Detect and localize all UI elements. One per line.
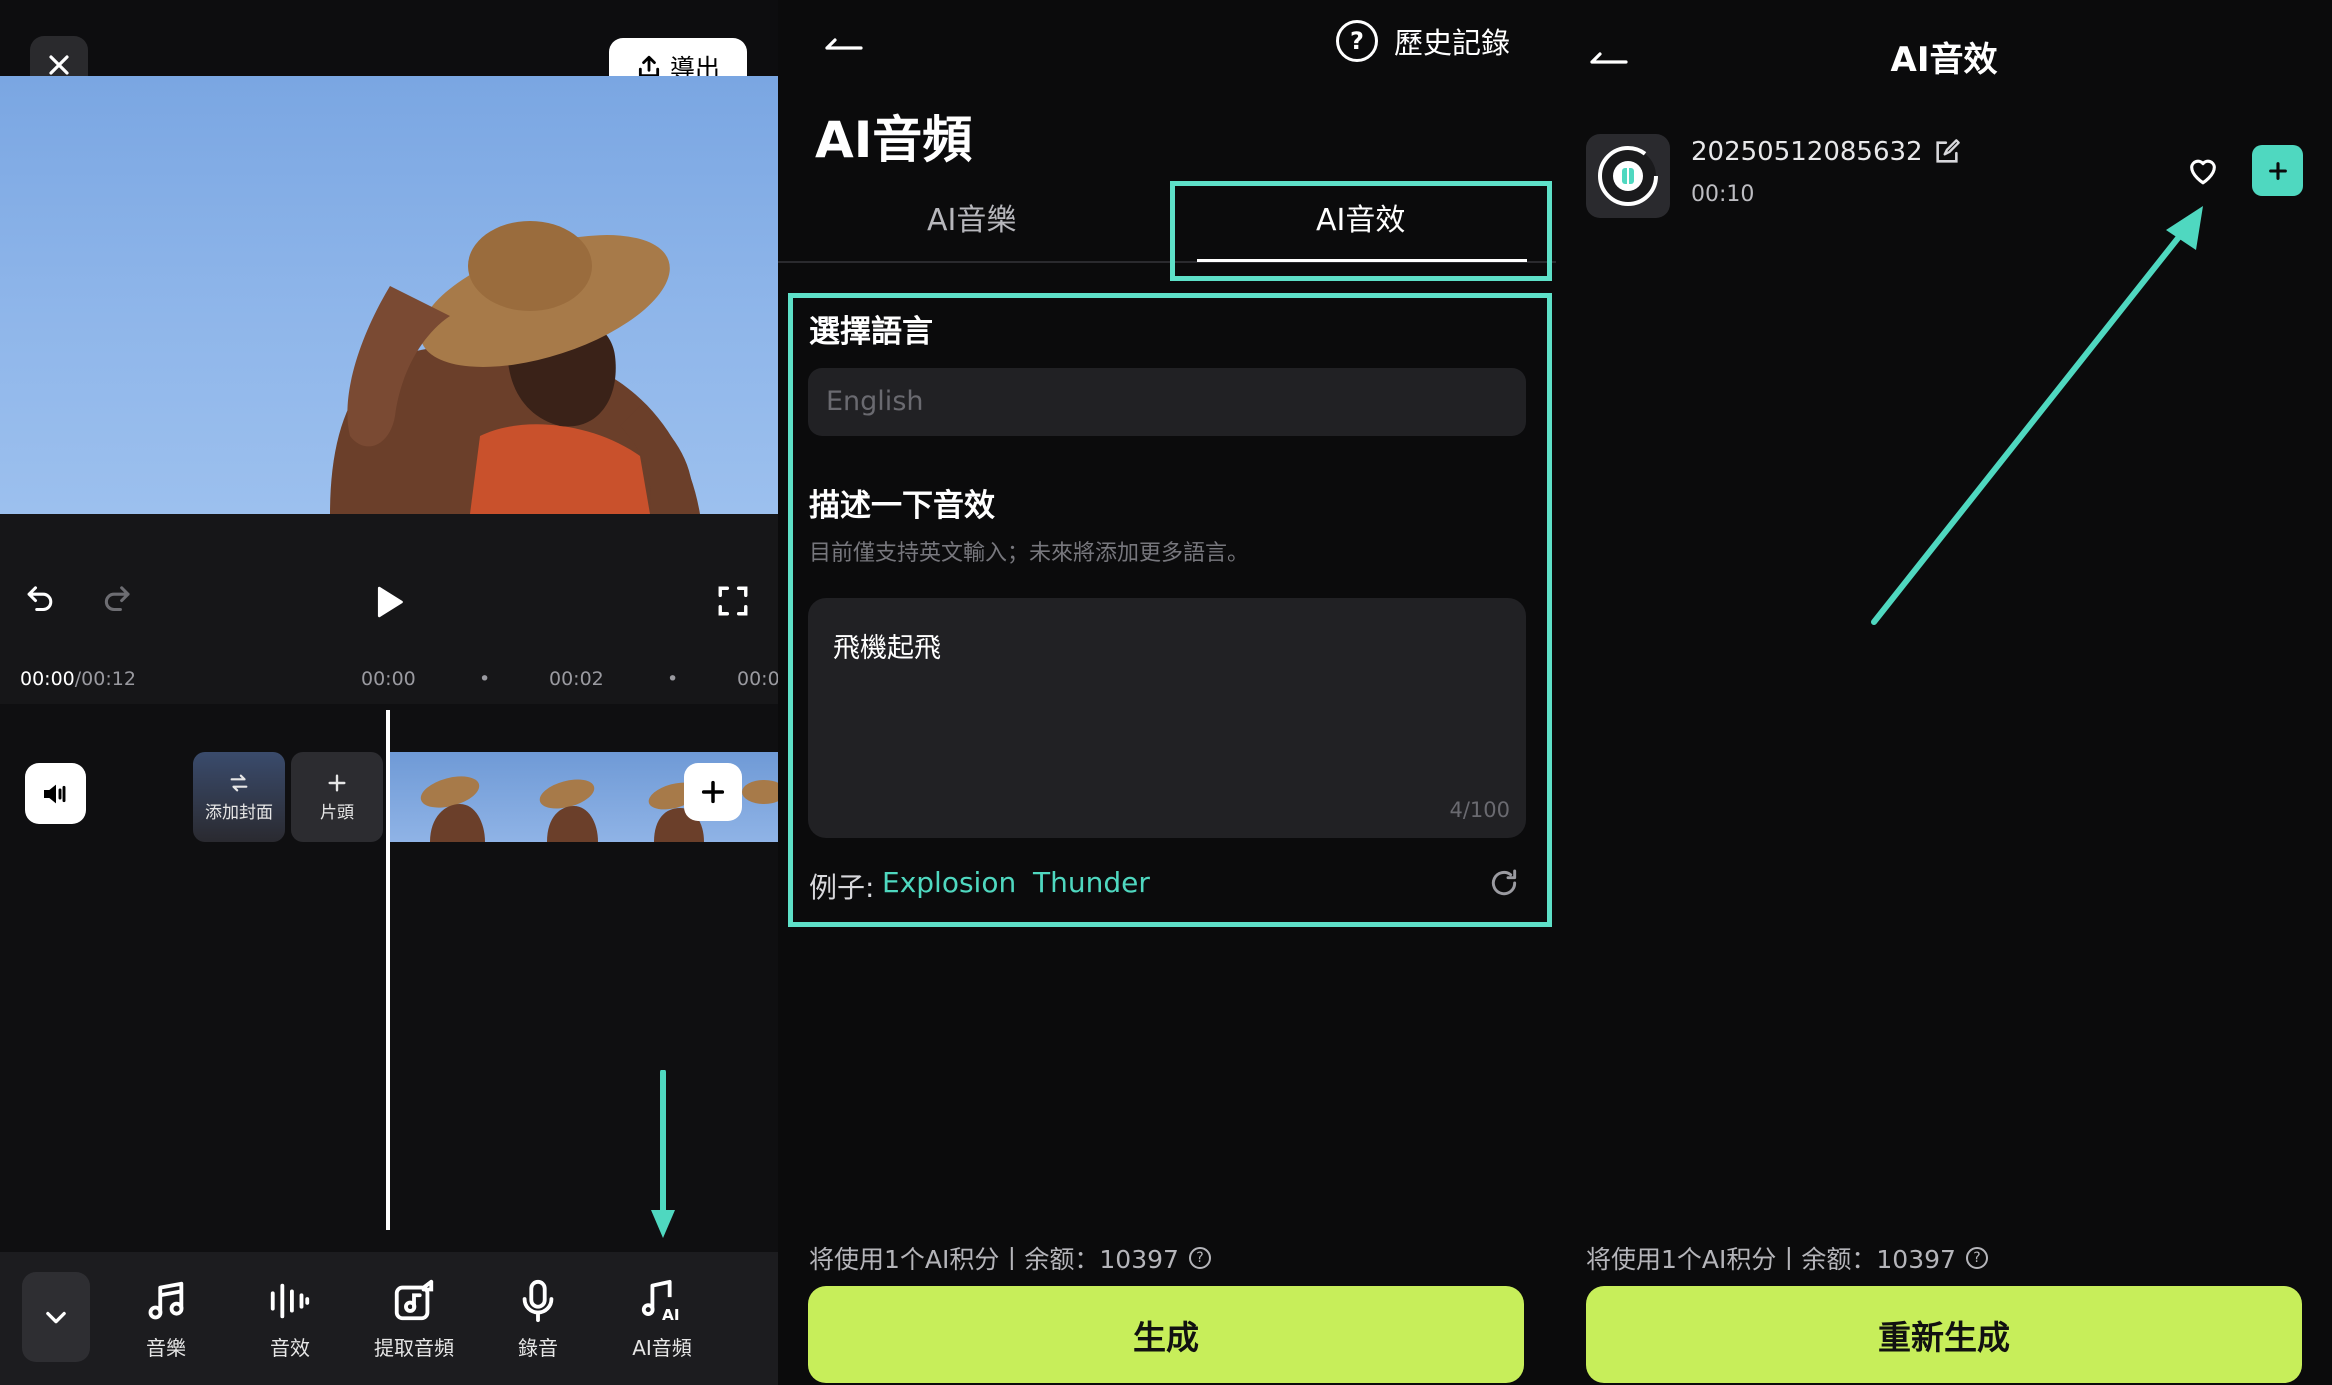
language-label: 選擇語言 xyxy=(809,314,933,350)
playback-controls xyxy=(0,514,778,654)
clip-thumbnail xyxy=(539,779,598,842)
add-intro-button[interactable]: 片頭 xyxy=(291,752,383,842)
example-chip[interactable]: Thunder xyxy=(1033,866,1150,899)
tool-record[interactable]: 錄音 xyxy=(488,1278,588,1361)
refresh-icon[interactable] xyxy=(1488,867,1520,899)
microphone-icon xyxy=(522,1279,554,1323)
add-clip-button[interactable] xyxy=(684,763,742,821)
add-intro-label: 片頭 xyxy=(320,802,354,823)
collapse-toolbar-button[interactable] xyxy=(22,1272,90,1362)
history-label: 歷史記錄 xyxy=(1394,26,1511,60)
video-clip-frame[interactable] xyxy=(390,752,502,842)
tool-extract-audio[interactable]: 提取音頻 xyxy=(364,1278,464,1361)
tool-label: 提取音頻 xyxy=(374,1336,454,1360)
generate-button[interactable]: 生成 xyxy=(808,1286,1524,1383)
ruler-tick: 00:00 xyxy=(361,668,416,690)
tool-ai-audio[interactable]: AI AI音頻 xyxy=(612,1278,712,1361)
sound-duration: 00:10 xyxy=(1691,182,1755,207)
char-count: 4/100 xyxy=(1449,798,1510,822)
annotation-arrow-diagonal xyxy=(1871,206,2203,625)
ruler-tick: 00:02 xyxy=(549,668,604,690)
redo-icon[interactable] xyxy=(100,584,134,618)
fullscreen-icon[interactable] xyxy=(716,584,750,618)
sound-name: 20250512085632 xyxy=(1691,137,1923,167)
playhead[interactable] xyxy=(386,710,390,1230)
tool-label: AI音頻 xyxy=(632,1336,692,1360)
back-arrow-icon[interactable] xyxy=(823,28,865,58)
editor-screen: 導出 00:00/00:12 00:00 • 00:02 • 00:0 添加封面 xyxy=(0,0,778,1385)
describe-label: 描述一下音效 xyxy=(809,488,995,524)
help-icon[interactable]: ? xyxy=(1188,1247,1211,1269)
extract-audio-icon xyxy=(394,1279,434,1321)
time-readout: 00:00/00:12 xyxy=(20,668,136,690)
audio-disc-icon xyxy=(1598,146,1658,206)
svg-text:AI: AI xyxy=(662,1306,680,1324)
chevron-down-icon xyxy=(46,1311,66,1324)
credits-info: 将使用1个AI积分丨余额：10397 ? xyxy=(809,1240,1211,1276)
credits-info: 将使用1个AI积分丨余额：10397 ? xyxy=(1586,1240,1988,1276)
add-to-timeline-button[interactable] xyxy=(2252,145,2303,196)
swap-icon xyxy=(230,774,248,791)
examples-label: 例子: xyxy=(809,871,875,904)
ai-audio-screen: ? 歷史記錄 AI音頻 AI音樂 AI音效 選擇語言 English 描述一下音… xyxy=(778,0,1556,1385)
play-icon[interactable] xyxy=(372,584,406,620)
credits-text: 将使用1个AI积分丨余额：10397 xyxy=(1586,1245,1956,1274)
tool-label: 錄音 xyxy=(518,1336,558,1360)
undo-icon[interactable] xyxy=(24,584,58,618)
help-icon: ? xyxy=(1336,20,1378,62)
mute-audio-button[interactable] xyxy=(25,763,86,824)
plus-icon xyxy=(328,773,346,792)
ruler-tick: • xyxy=(479,668,491,690)
sound-wave-icon xyxy=(270,1283,310,1319)
annotation-arrow-down xyxy=(651,1070,675,1238)
video-frame-image xyxy=(330,221,700,514)
language-select[interactable]: English xyxy=(808,368,1526,436)
ai-audio-icon: AI xyxy=(641,1279,680,1324)
speaker-icon xyxy=(43,784,65,803)
clip-thumbnail xyxy=(420,776,485,842)
tool-label: 音效 xyxy=(270,1336,310,1360)
add-cover-label: 添加封面 xyxy=(205,802,273,823)
heart-icon[interactable] xyxy=(2186,154,2220,186)
close-icon xyxy=(49,55,69,75)
ruler-tick: • xyxy=(667,668,679,690)
sound-description-input[interactable]: 飛機起飛 4/100 xyxy=(808,598,1526,838)
ai-sound-result-screen: AI音效 20250512085632 00:10 将使用1个AI积分丨余额：1… xyxy=(1556,0,2332,1385)
video-clip-frame[interactable] xyxy=(502,752,614,842)
tab-ai-music[interactable]: AI音樂 xyxy=(927,195,1016,239)
example-chip[interactable]: Explosion xyxy=(882,866,1016,899)
tool-sound-effects[interactable]: 音效 xyxy=(240,1278,340,1361)
tab-highlight-box xyxy=(1170,181,1552,281)
add-cover-button[interactable]: 添加封面 xyxy=(193,752,285,842)
tool-label: 音樂 xyxy=(146,1336,186,1360)
language-hint: 目前僅支持英文輸入；未來將添加更多語言。 xyxy=(809,541,1250,566)
edit-icon[interactable] xyxy=(1933,138,1961,166)
history-button[interactable]: ? 歷史記錄 xyxy=(1336,20,1510,62)
plus-icon xyxy=(2268,161,2287,180)
plus-icon xyxy=(701,780,725,804)
video-preview[interactable] xyxy=(0,76,778,514)
sound-thumbnail[interactable] xyxy=(1586,134,1670,218)
timeline-ruler: 00:00/00:12 00:00 • 00:02 • 00:0 xyxy=(0,654,778,704)
page-title: AI音效 xyxy=(1890,40,1998,80)
tool-music[interactable]: 音樂 xyxy=(116,1278,216,1361)
credits-text: 将使用1个AI积分丨余额：10397 xyxy=(809,1245,1179,1274)
page-title: AI音頻 xyxy=(815,111,973,169)
regenerate-button[interactable]: 重新生成 xyxy=(1586,1286,2302,1383)
ruler-tick: 00:0 xyxy=(737,668,778,690)
help-icon[interactable]: ? xyxy=(1965,1247,1988,1269)
description-text: 飛機起飛 xyxy=(833,633,941,664)
music-note-icon xyxy=(148,1281,184,1320)
sound-name-row: 20250512085632 xyxy=(1691,137,1961,167)
